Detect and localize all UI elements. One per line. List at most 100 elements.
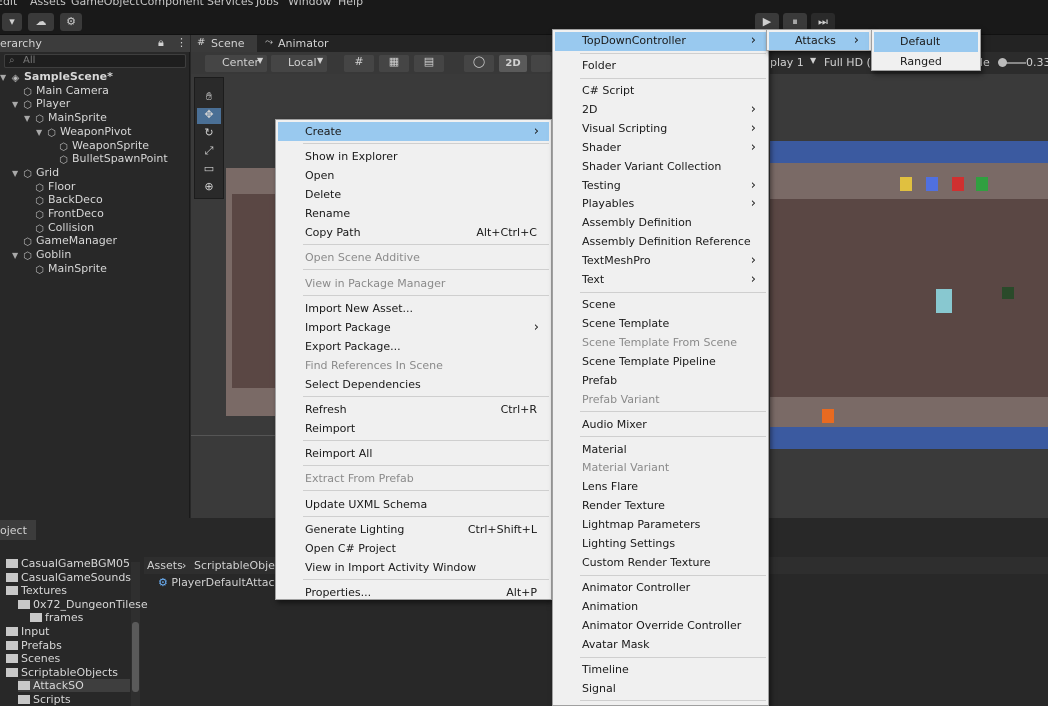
tab-animator[interactable]: ⤳ Animator	[261, 35, 331, 52]
menu-item-view-in-import-activity-window[interactable]: View in Import Activity Window	[278, 558, 549, 577]
project-folder-input[interactable]: Input	[6, 625, 49, 638]
menu-item-animation[interactable]: Animation	[555, 598, 766, 617]
menu-item-import-package[interactable]: Import Package ›	[278, 318, 549, 337]
account-dropdown[interactable]: ▾	[2, 13, 22, 31]
menu-item-textmeshpro[interactable]: TextMeshPro ›	[555, 252, 766, 271]
tab-scene[interactable]: # Scene	[191, 35, 257, 52]
panel-menu-icon[interactable]: ⋮	[176, 36, 187, 49]
project-folder-scenes[interactable]: Scenes	[6, 652, 60, 665]
menu-item-show-in-explorer[interactable]: Show in Explorer	[278, 147, 549, 166]
hierarchy-item-frontdeco[interactable]: ⬡ FrontDeco	[34, 207, 104, 221]
hierarchy-item-goblin[interactable]: ⬡ Goblin	[22, 248, 71, 262]
menu-item-playables[interactable]: Playables ›	[555, 195, 766, 214]
lighting-toggle[interactable]	[531, 55, 551, 72]
menu-item-import-new-asset[interactable]: Import New Asset...	[278, 299, 549, 318]
menu-item-testing[interactable]: Testing ›	[555, 177, 766, 196]
project-tab[interactable]: oject	[0, 520, 36, 540]
menu-item-export-package[interactable]: Export Package...	[278, 337, 549, 356]
menu-gameobject[interactable]: GameObject	[71, 0, 140, 8]
folder-tree-scrollbar[interactable]	[131, 562, 140, 706]
expand-arrow-icon[interactable]: ▼	[12, 100, 18, 109]
expand-arrow-icon[interactable]: ▼	[12, 251, 18, 260]
hierarchy-item-main-camera[interactable]: ⬡ Main Camera	[22, 84, 109, 98]
menu-item-2d[interactable]: 2D ›	[555, 101, 766, 120]
menu-item-material[interactable]: Material	[555, 441, 766, 460]
menu-item-properties[interactable]: Properties... Alt+P	[278, 583, 549, 602]
settings-gear-icon[interactable]: ⚙	[60, 13, 82, 31]
project-folder-prefabs[interactable]: Prefabs	[6, 639, 62, 652]
menu-item-lens-flare[interactable]: Lens Flare	[555, 478, 766, 497]
project-folder-casualgamebgm05[interactable]: CasualGameBGM05	[6, 557, 130, 570]
menu-item-reimport[interactable]: Reimport	[278, 419, 549, 438]
menu-item-visual-scripting[interactable]: Visual Scripting ›	[555, 120, 766, 139]
grid-snap-button[interactable]: #	[344, 55, 374, 72]
hierarchy-item-bulletspawnpoint[interactable]: ⬡ BulletSpawnPoint	[58, 152, 168, 166]
resolution-dropdown[interactable]: Full HD (1	[824, 56, 878, 69]
project-folder-0x72-dungeontilese[interactable]: 0x72_DungeonTilese	[18, 598, 148, 611]
hierarchy-tab[interactable]: erarchy 🔒︎ ⋮	[0, 35, 190, 52]
menu-item-select-dependencies[interactable]: Select Dependencies	[278, 375, 549, 394]
menu-item-prefab[interactable]: Prefab	[555, 372, 766, 391]
menu-services[interactable]: Services	[207, 0, 253, 8]
menu-item-attacks[interactable]: Attacks ›	[769, 32, 869, 50]
menu-item-open-c-project[interactable]: Open C# Project	[278, 539, 549, 558]
menu-item-generate-lighting[interactable]: Generate Lighting Ctrl+Shift+L	[278, 520, 549, 539]
hierarchy-item-collision[interactable]: ⬡ Collision	[34, 221, 94, 235]
menu-edit[interactable]: Edit	[0, 0, 17, 8]
hierarchy-item-weaponsprite[interactable]: ⬡ WeaponSprite	[58, 139, 149, 153]
project-folder-casualgamesounds[interactable]: CasualGameSounds	[6, 571, 131, 584]
menu-item-timeline[interactable]: Timeline	[555, 661, 766, 680]
menu-item-copy-path[interactable]: Copy Path Alt+Ctrl+C	[278, 223, 549, 242]
menu-item-update-uxml-schema[interactable]: Update UXML Schema	[278, 495, 549, 514]
hierarchy-item-backdeco[interactable]: ⬡ BackDeco	[34, 193, 103, 207]
expand-arrow-icon[interactable]: ▼	[0, 73, 6, 82]
transform-tool-icon[interactable]: ⊕	[197, 180, 221, 196]
menu-item-scene-template[interactable]: Scene Template	[555, 315, 766, 334]
menu-item-ranged[interactable]: Ranged	[874, 52, 978, 72]
menu-item-scene[interactable]: Scene	[555, 296, 766, 315]
menu-item-folder[interactable]: Folder	[555, 57, 766, 76]
expand-arrow-icon[interactable]: ▼	[36, 128, 42, 137]
increment-snap-button[interactable]: ▤	[414, 55, 444, 72]
hierarchy-item-weaponpivot[interactable]: ⬡ WeaponPivot	[46, 125, 131, 139]
menu-item-animator-controller[interactable]: Animator Controller	[555, 579, 766, 598]
rect-tool-icon[interactable]: ▭	[197, 162, 221, 178]
menu-item-reimport-all[interactable]: Reimport All	[278, 444, 549, 463]
hierarchy-search[interactable]: ⌕ All	[4, 54, 186, 68]
menu-item-refresh[interactable]: Refresh Ctrl+R	[278, 400, 549, 419]
menu-item-signal[interactable]: Signal	[555, 680, 766, 699]
menu-help[interactable]: Help	[338, 0, 363, 8]
menu-item-render-texture[interactable]: Render Texture	[555, 497, 766, 516]
menu-item-open[interactable]: Open	[278, 166, 549, 185]
breadcrumb-item-scriptableobject[interactable]: ScriptableObject	[194, 559, 285, 572]
hierarchy-item-mainsprite[interactable]: ⬡ MainSprite	[34, 262, 107, 276]
project-folder-attackso[interactable]: AttackSO	[18, 679, 130, 693]
expand-arrow-icon[interactable]: ▼	[12, 169, 18, 178]
menu-item-topdowncontroller[interactable]: TopDownController ›	[555, 32, 766, 51]
scale-tool-icon[interactable]: ⤢	[197, 144, 221, 160]
menu-item-lighting-settings[interactable]: Lighting Settings	[555, 535, 766, 554]
mode-2d-toggle[interactable]: 2D	[499, 55, 527, 72]
cloud-icon[interactable]: ☁	[28, 13, 54, 31]
menu-item-shader[interactable]: Shader ›	[555, 139, 766, 158]
hierarchy-item-mainsprite[interactable]: ⬡ MainSprite	[34, 111, 107, 125]
menu-item-custom-render-texture[interactable]: Custom Render Texture	[555, 554, 766, 573]
project-folder-frames[interactable]: frames	[30, 611, 83, 624]
breadcrumb-item-assets[interactable]: Assets	[147, 559, 183, 572]
move-tool-icon[interactable]: ✥	[197, 108, 221, 124]
project-folder-scripts[interactable]: Scripts	[18, 693, 71, 706]
hierarchy-item-player[interactable]: ⬡ Player	[22, 97, 70, 111]
menu-item-c-script[interactable]: C# Script	[555, 82, 766, 101]
menu-item-scene-template-pipeline[interactable]: Scene Template Pipeline	[555, 353, 766, 372]
menu-item-audio-mixer[interactable]: Audio Mixer	[555, 416, 766, 435]
hierarchy-item-floor[interactable]: ⬡ Floor	[34, 180, 75, 194]
menu-component[interactable]: Component	[140, 0, 204, 8]
project-folder-scriptableobjects[interactable]: ScriptableObjects	[6, 666, 118, 679]
hierarchy-item-samplescene[interactable]: ◈ SampleScene*	[10, 70, 113, 84]
hierarchy-item-grid[interactable]: ⬡ Grid	[22, 166, 59, 180]
menu-item-assembly-definition[interactable]: Assembly Definition	[555, 214, 766, 233]
menu-item-avatar-mask[interactable]: Avatar Mask	[555, 636, 766, 655]
project-folder-textures[interactable]: Textures	[6, 584, 67, 597]
menu-item-create[interactable]: Create ›	[278, 122, 549, 141]
menu-item-lightmap-parameters[interactable]: Lightmap Parameters	[555, 516, 766, 535]
